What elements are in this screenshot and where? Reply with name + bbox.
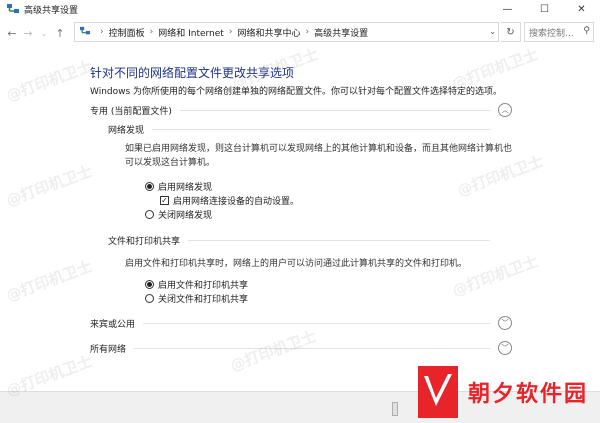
radio-enable-sharing[interactable]: 启用文件和打印机共享 — [145, 278, 248, 291]
breadcrumb-control-panel[interactable]: 控制面板 — [109, 26, 145, 39]
radio-enable-discovery[interactable]: 启用网络发现 — [145, 180, 212, 193]
back-arrow-icon[interactable]: ← — [4, 23, 20, 43]
chevron-right-icon: › — [100, 27, 104, 37]
search-input[interactable]: 搜索控制... ⚲ — [524, 22, 594, 42]
section-guest-public[interactable]: 来宾或公用 ﹀ — [90, 316, 512, 330]
breadcrumb-network-internet[interactable]: 网络和 Internet — [158, 26, 224, 39]
radio-unselected-icon[interactable] — [145, 210, 154, 219]
save-changes-button[interactable] — [392, 402, 398, 416]
divider — [188, 240, 490, 241]
main-content: 针对不同的网络配置文件更改共享选项 Windows 为你所使用的每个网络创建单独… — [0, 48, 600, 391]
section-all-networks-title: 所有网络 — [90, 344, 127, 355]
chevron-right-icon: › — [149, 27, 154, 37]
page-title: 针对不同的网络配置文件更改共享选项 — [90, 66, 295, 80]
network-discovery-title: 网络发现 — [108, 126, 145, 136]
chevron-down-icon[interactable]: ⌄ — [489, 27, 496, 36]
network-discovery-text: 如果已启用网络发现，则这台计算机可以发现网络上的其他计算机和设备，而且其他网络计… — [125, 142, 515, 170]
chevron-down-icon[interactable]: ﹀ — [498, 316, 512, 330]
radio-unselected-icon[interactable] — [145, 294, 154, 303]
address-bar: ← → ⌄ ↑ › 控制面板 › 网络和 Internet › 网络和共享中心 … — [0, 20, 600, 46]
section-guest-public-title: 来宾或公用 — [90, 319, 136, 330]
chevron-down-icon[interactable]: ﹀ — [498, 341, 512, 355]
divider — [143, 322, 490, 324]
radio-enable-discovery-label: 启用网络发现 — [158, 183, 213, 193]
up-arrow-icon[interactable]: ↑ — [52, 23, 68, 43]
brand-name: 朝夕软件园 — [468, 382, 589, 407]
page-description: Windows 为你所使用的每个网络创建单独的网络配置文件。你可以针对每个配置文… — [90, 87, 503, 97]
radio-disable-sharing[interactable]: 关闭文件和打印机共享 — [145, 292, 248, 305]
window-title: 高级共享设置 — [24, 5, 79, 16]
breadcrumb-sharing-center[interactable]: 网络和共享中心 — [237, 26, 300, 39]
subsection-file-printer-sharing: 文件和打印机共享 — [108, 234, 512, 247]
radio-selected-icon[interactable] — [145, 182, 154, 191]
brand-logo-icon — [418, 366, 458, 418]
radio-disable-discovery-label: 关闭网络发现 — [158, 211, 213, 221]
radio-selected-icon[interactable] — [145, 280, 154, 289]
checkbox-auto-setup-label: 启用网络连接设备的自动设置。 — [173, 197, 300, 207]
breadcrumb[interactable]: › 控制面板 › 网络和 Internet › 网络和共享中心 › 高级共享设置… — [74, 22, 499, 42]
close-button[interactable]: ✕ — [563, 0, 600, 18]
checkmark-icon[interactable]: ✓ — [160, 196, 169, 205]
search-icon: ⚲ — [583, 26, 590, 36]
breadcrumb-advanced-sharing[interactable]: 高级共享设置 — [314, 26, 368, 39]
brand-badge: 朝夕软件园 — [418, 366, 588, 418]
network-icon — [6, 2, 20, 16]
section-private-title: 专用 (当前配置文件) — [90, 106, 172, 117]
maximize-button[interactable]: ☐ — [526, 0, 563, 18]
network-discovery-text-line: 可以发现这台计算机。 — [125, 158, 216, 168]
divider — [134, 347, 490, 349]
divider — [152, 129, 490, 130]
search-placeholder: 搜索控制... — [529, 28, 574, 39]
refresh-icon[interactable]: ↻ — [501, 22, 521, 42]
radio-enable-sharing-label: 启用文件和打印机共享 — [158, 281, 249, 291]
file-printer-sharing-title: 文件和打印机共享 — [108, 237, 181, 247]
title-bar: 高级共享设置 — ☐ ✕ — [0, 0, 600, 18]
network-icon — [79, 26, 91, 39]
radio-disable-discovery[interactable]: 关闭网络发现 — [145, 208, 212, 221]
recent-dropdown-icon[interactable]: ⌄ — [36, 23, 52, 43]
chevron-right-icon: › — [228, 27, 233, 37]
subsection-network-discovery: 网络发现 — [108, 123, 512, 136]
checkbox-auto-setup[interactable]: ✓ 启用网络连接设备的自动设置。 — [160, 194, 299, 207]
minimize-button[interactable]: — — [489, 0, 526, 18]
forward-arrow-icon[interactable]: → — [20, 23, 36, 43]
chevron-up-icon[interactable]: ︿ — [498, 103, 512, 117]
divider — [179, 109, 490, 111]
network-discovery-text-line: 如果已启用网络发现，则这台计算机可以发现网络上的其他计算机和设备，而且其他网络计… — [125, 144, 513, 154]
file-printer-sharing-text: 启用文件和打印机共享时，网络上的用户可以访问通过此计算机共享的文件和打印机。 — [125, 259, 468, 269]
section-all-networks[interactable]: 所有网络 ﹀ — [90, 341, 512, 355]
section-private[interactable]: 专用 (当前配置文件) ︿ — [90, 103, 512, 117]
chevron-right-icon: › — [305, 27, 310, 37]
radio-disable-sharing-label: 关闭文件和打印机共享 — [158, 295, 249, 305]
